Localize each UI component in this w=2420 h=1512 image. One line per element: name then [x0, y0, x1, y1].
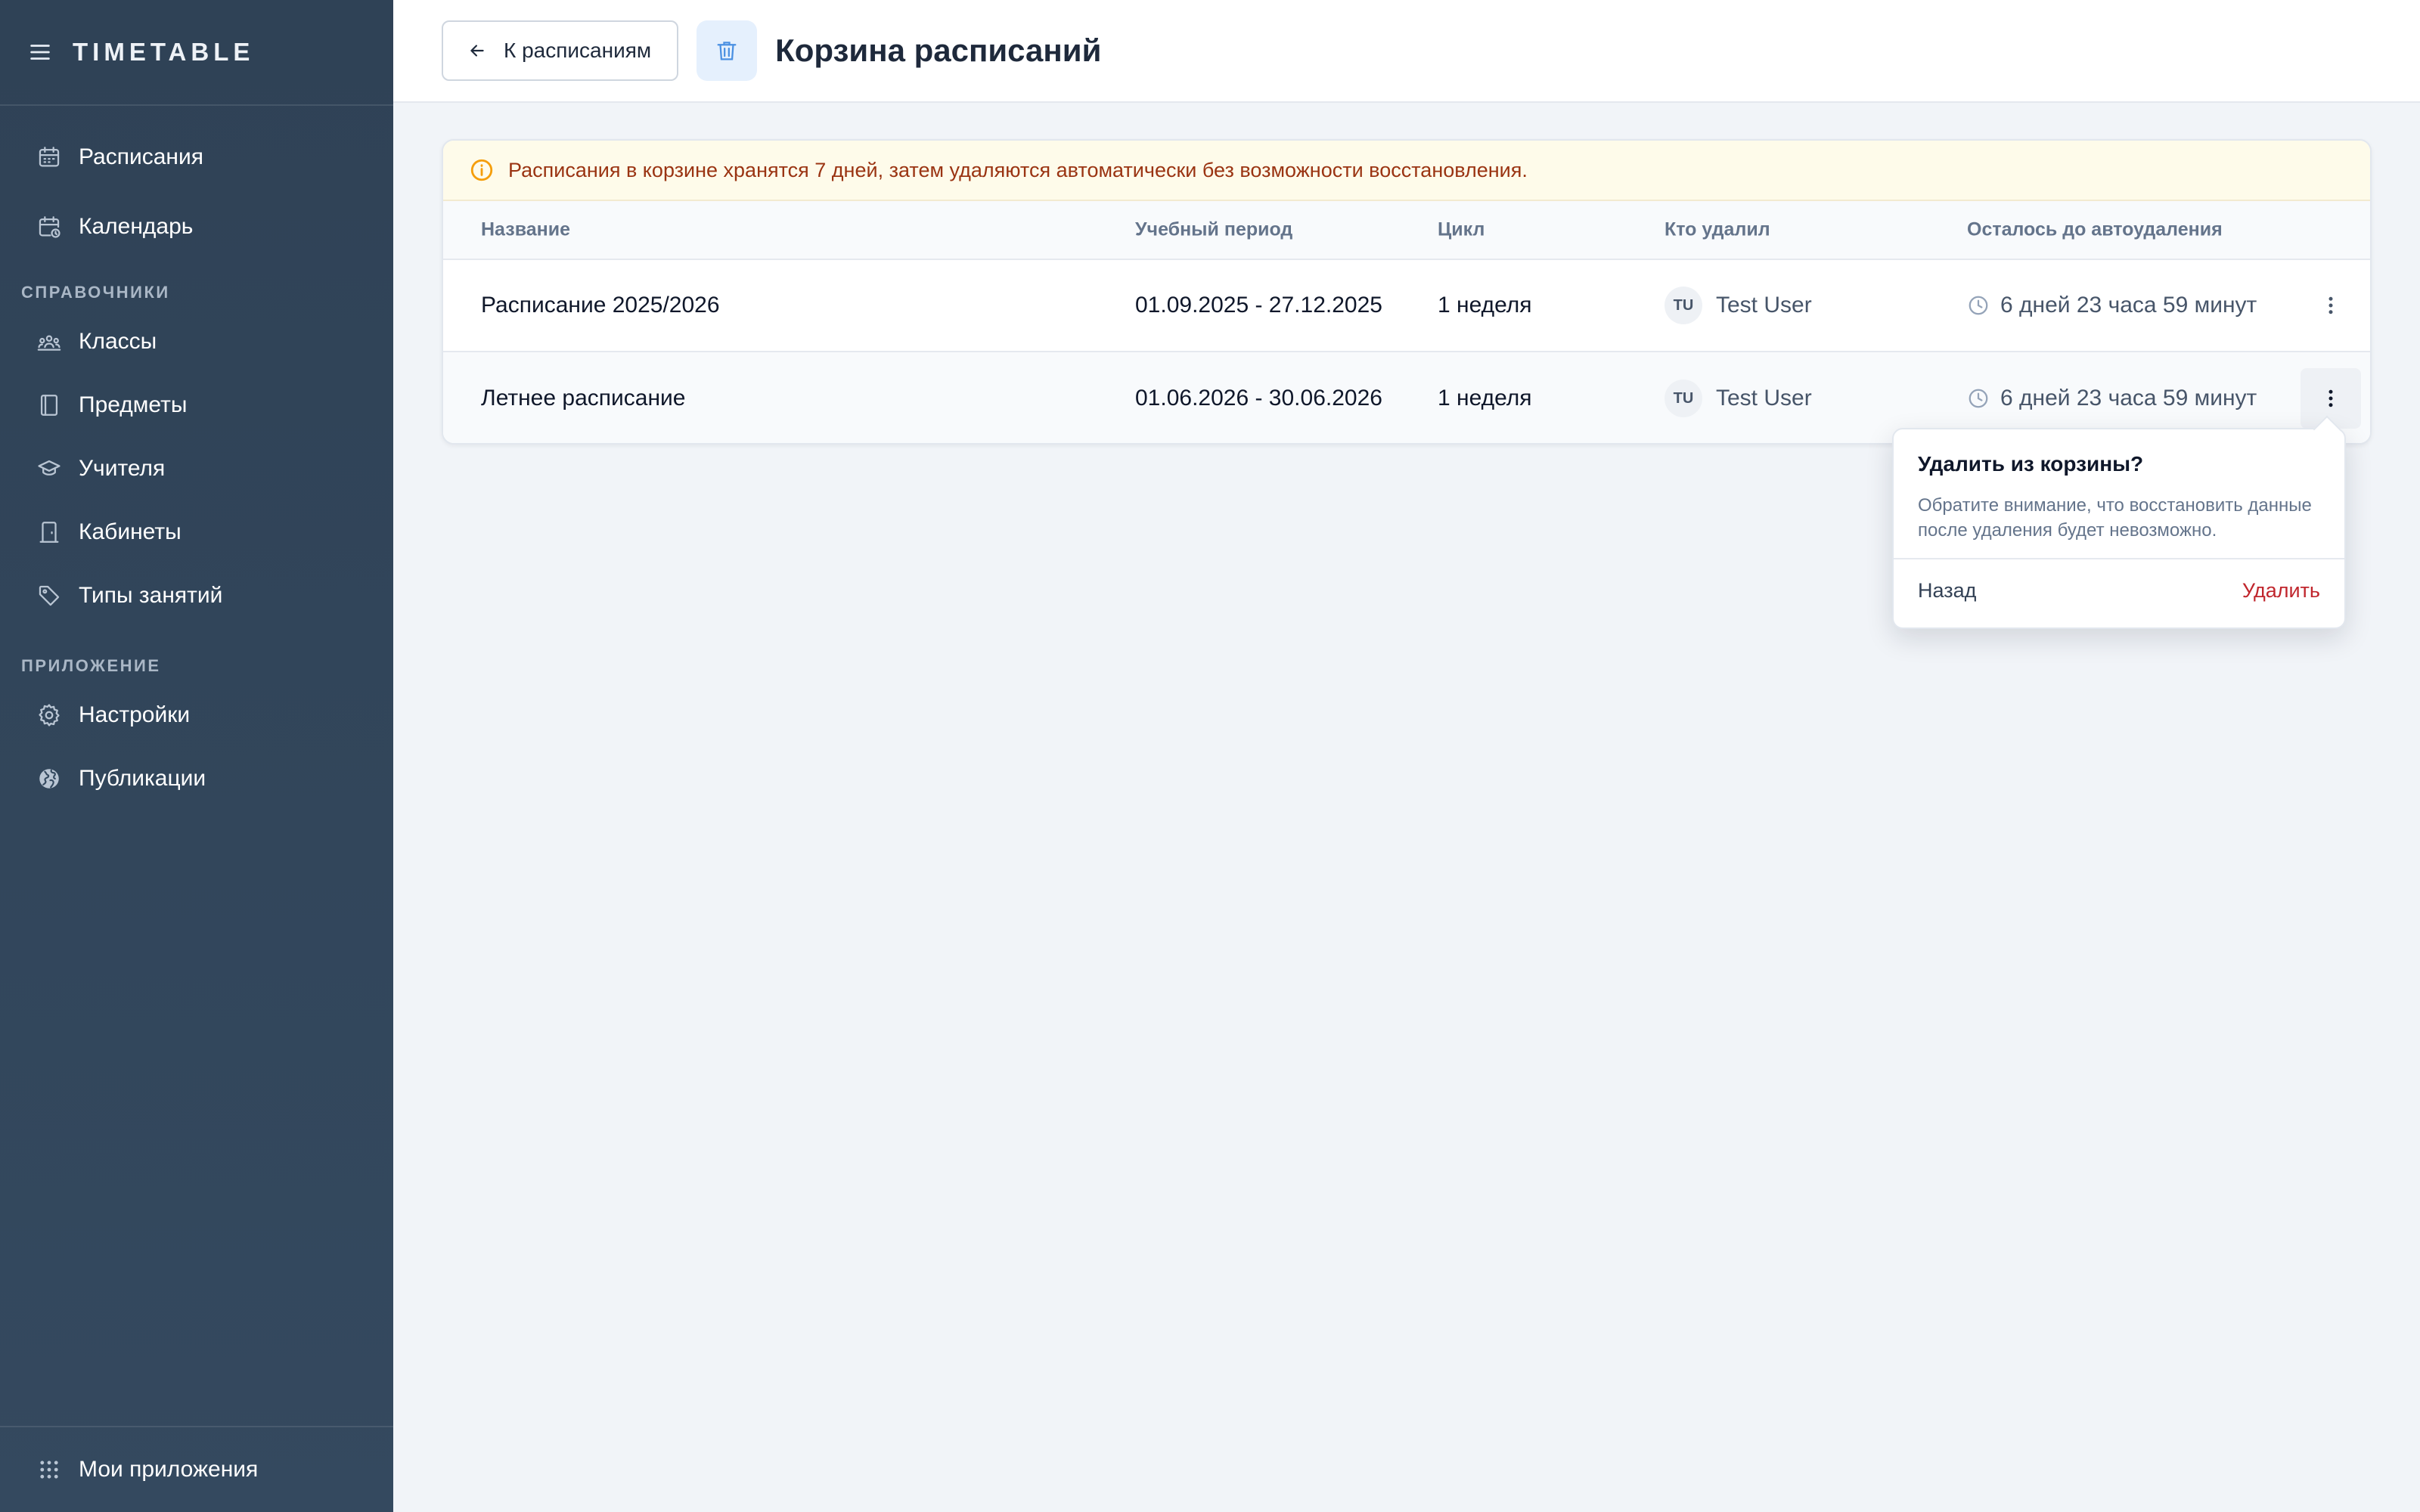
calendar-clock-icon — [39, 216, 60, 238]
sidebar-item-label: Мои приложения — [79, 1457, 259, 1482]
sidebar-item-lesson-types[interactable]: Типы занятий — [0, 564, 393, 627]
time-remaining: 6 дней 23 часа 59 минут — [1967, 386, 2257, 411]
sidebar-item-label: Кабинеты — [79, 519, 182, 544]
calendar-icon — [39, 147, 60, 167]
avatar: TU — [1665, 380, 1702, 417]
sidebar-section-references: СПРАВОЧНИКИ — [21, 283, 170, 302]
popover-delete-button[interactable]: Удалить — [2242, 579, 2320, 603]
sidebar-header: TIMETABLE — [0, 0, 393, 106]
trash-icon — [717, 42, 737, 60]
schedule-period: 01.09.2025 - 27.12.2025 — [1135, 293, 1382, 318]
sidebar-item-subjects[interactable]: Предметы — [0, 373, 393, 437]
sidebar-nav: Расписания Календарь СПРАВОЧНИКИ Классы … — [0, 106, 393, 810]
popover-back-button[interactable]: Назад — [1918, 579, 1976, 603]
schedule-period: 01.06.2026 - 30.06.2026 — [1135, 386, 1382, 411]
column-header-name: Название — [481, 218, 571, 240]
column-header-deleted-by: Кто удалил — [1665, 218, 1770, 240]
sidebar: TIMETABLE Расписания Календарь СПРАВОЧНИ… — [0, 0, 393, 1512]
more-vertical-icon — [2328, 389, 2333, 407]
sidebar-item-label: Предметы — [79, 392, 188, 417]
sidebar-item-teachers[interactable]: Учителя — [0, 437, 393, 500]
back-button-label: К расписаниям — [504, 39, 652, 62]
delete-confirm-popover: Удалить из корзины? Обратите внимание, ч… — [1892, 428, 2346, 629]
page-title: Корзина расписаний — [775, 33, 1102, 68]
more-vertical-icon — [2328, 296, 2333, 314]
hamburger-menu-icon[interactable] — [27, 39, 53, 65]
remaining-text: 6 дней 23 часа 59 минут — [2000, 293, 2257, 318]
trash-card: Расписания в корзине хранятся 7 дней, за… — [442, 139, 2372, 445]
book-icon — [40, 395, 58, 416]
graduation-cap-icon — [38, 460, 60, 476]
sidebar-item-publications[interactable]: Публикации — [0, 747, 393, 810]
sidebar-item-label: Публикации — [79, 766, 206, 791]
clock-icon — [1969, 389, 1988, 408]
sidebar-item-schedules[interactable]: Расписания — [0, 122, 393, 192]
sidebar-item-label: Учителя — [79, 456, 166, 481]
info-icon — [470, 159, 493, 181]
user-name: Test User — [1716, 293, 1812, 318]
clock-icon — [1969, 296, 1988, 315]
popover-body: Обратите внимание, что восстановить данн… — [1918, 495, 2312, 541]
avatar: TU — [1665, 287, 1702, 324]
sidebar-item-rooms[interactable]: Кабинеты — [0, 500, 393, 564]
remaining-text: 6 дней 23 часа 59 минут — [2000, 386, 2257, 411]
door-icon — [39, 522, 59, 543]
sidebar-item-label: Расписания — [79, 144, 203, 169]
deleted-by: TU Test User — [1665, 380, 1812, 417]
sidebar-item-label: Настройки — [79, 702, 191, 727]
popover-divider — [1894, 558, 2344, 559]
sidebar-item-label: Типы занятий — [79, 583, 223, 608]
column-header-period: Учебный период — [1135, 218, 1293, 240]
row-actions-button[interactable] — [2301, 275, 2361, 336]
sidebar-section-application: ПРИЛОЖЕНИЕ — [21, 656, 161, 675]
column-header-cycle: Цикл — [1438, 218, 1485, 240]
back-to-schedules-button[interactable]: К расписаниям — [442, 20, 679, 81]
schedule-name: Расписание 2025/2026 — [481, 293, 720, 318]
topbar: К расписаниям Корзина расписаний — [393, 0, 2420, 103]
table-header: Название Учебный период Цикл Кто удалил … — [443, 201, 2370, 260]
table-row[interactable]: Расписание 2025/2026 01.09.2025 - 27.12.… — [443, 260, 2370, 352]
retention-alert: Расписания в корзине хранятся 7 дней, за… — [443, 141, 2370, 201]
popover-title: Удалить из корзины? — [1918, 452, 2144, 476]
arrow-left-icon — [470, 45, 484, 57]
column-header-remaining: Осталось до автоудаления — [1967, 218, 2223, 240]
gear-icon — [39, 704, 60, 727]
sidebar-item-label: Классы — [79, 329, 157, 354]
tag-icon — [39, 585, 60, 606]
deleted-by: TU Test User — [1665, 287, 1812, 324]
trash-badge — [697, 20, 758, 81]
time-remaining: 6 дней 23 часа 59 минут — [1967, 293, 2257, 318]
sidebar-item-my-apps[interactable]: Мои приложения — [0, 1426, 393, 1512]
sidebar-item-label: Календарь — [79, 214, 194, 239]
sidebar-item-classes[interactable]: Классы — [0, 310, 393, 373]
group-icon — [37, 335, 61, 351]
sidebar-item-settings[interactable]: Настройки — [0, 683, 393, 747]
user-name: Test User — [1716, 386, 1812, 411]
schedule-name: Летнее расписание — [481, 386, 686, 411]
alert-text: Расписания в корзине хранятся 7 дней, за… — [508, 158, 1528, 181]
schedule-cycle: 1 неделя — [1438, 293, 1532, 318]
grid-icon — [40, 1461, 58, 1479]
app-brand: TIMETABLE — [73, 38, 255, 66]
schedule-cycle: 1 неделя — [1438, 386, 1532, 411]
sidebar-item-calendar[interactable]: Календарь — [0, 192, 393, 262]
globe-icon — [39, 769, 59, 789]
